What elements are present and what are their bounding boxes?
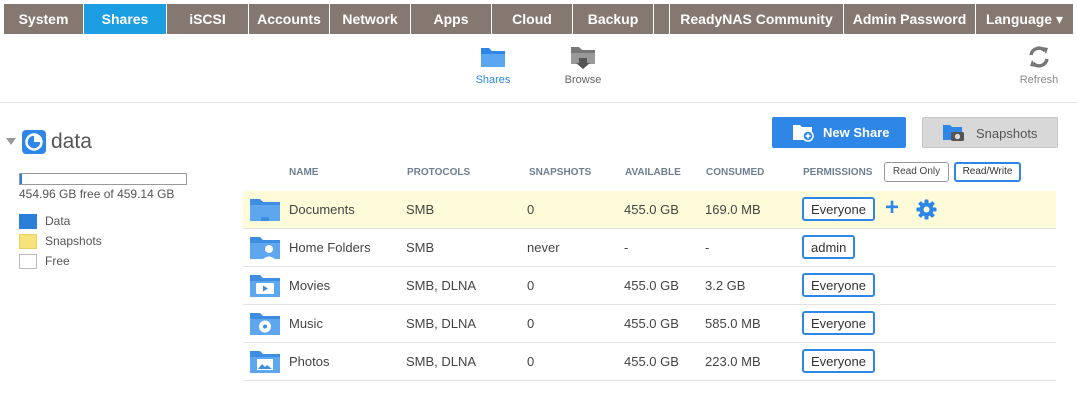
share-snapshots: 0 <box>527 278 535 293</box>
legend-label: Free <box>45 254 70 268</box>
share-protocols: SMB, DLNA <box>406 316 477 331</box>
music-folder-icon <box>250 313 280 335</box>
folder-icon <box>250 199 280 221</box>
tab-system[interactable]: System <box>4 4 83 34</box>
share-available: - <box>624 240 629 255</box>
usage-bar-fill <box>20 174 22 184</box>
usage-bar <box>19 173 187 185</box>
gear-icon[interactable] <box>916 199 937 220</box>
col-header-available[interactable]: AVAILABLE <box>625 167 681 178</box>
refresh-label: Refresh <box>1019 74 1059 86</box>
share-consumed: 169.0 MB <box>705 202 761 217</box>
share-consumed: 223.0 MB <box>705 354 761 369</box>
subnav-shares-label: Shares <box>475 74 511 86</box>
permission-badge[interactable]: Everyone <box>802 311 875 335</box>
share-available: 455.0 GB <box>624 354 679 369</box>
new-folder-icon <box>793 125 814 142</box>
share-name: Home Folders <box>289 240 371 255</box>
sub-toolbar: Shares Browse Refresh <box>0 34 1077 103</box>
subnav-shares[interactable]: Shares <box>458 44 528 86</box>
share-protocols: SMB <box>406 240 435 255</box>
share-available: 455.0 GB <box>624 202 679 217</box>
col-header-consumed[interactable]: CONSUMED <box>706 167 764 178</box>
volume-name: data <box>51 130 92 153</box>
share-consumed: 3.2 GB <box>705 278 746 293</box>
tab-network[interactable]: Network <box>330 4 410 34</box>
share-snapshots: 0 <box>527 202 535 217</box>
share-snapshots: 0 <box>527 354 535 369</box>
tab-accounts[interactable]: Accounts <box>249 4 329 34</box>
legend-swatch-snapshots <box>19 234 37 249</box>
read-write-button[interactable]: Read/Write <box>954 162 1021 182</box>
snapshot-icon <box>943 125 964 141</box>
movie-folder-icon <box>250 275 280 297</box>
table-row[interactable]: Music SMB, DLNA 0 455.0 GB 585.0 MB Ever… <box>243 305 1056 343</box>
share-consumed: 585.0 MB <box>705 316 761 331</box>
main-nav: System Shares iSCSI Accounts Network App… <box>4 4 1073 34</box>
share-snapshots: 0 <box>527 316 535 331</box>
tab-cloud[interactable]: Cloud <box>492 4 572 34</box>
share-protocols: SMB, DLNA <box>406 278 477 293</box>
collapse-caret-icon[interactable] <box>6 138 16 145</box>
tab-iscsi[interactable]: iSCSI <box>167 4 248 34</box>
tab-readynas-community[interactable]: ReadyNAS Community <box>670 4 843 34</box>
snapshots-button[interactable]: Snapshots <box>922 117 1058 148</box>
subnav-browse[interactable]: Browse <box>548 44 618 86</box>
share-consumed: - <box>705 240 710 255</box>
subnav-browse-label: Browse <box>564 74 602 86</box>
browse-folder-icon <box>571 47 595 69</box>
col-header-name[interactable]: NAME <box>289 167 318 178</box>
col-header-protocols[interactable]: PROTOCOLS <box>407 167 470 178</box>
share-available: 455.0 GB <box>624 316 679 331</box>
folder-icon <box>481 48 505 67</box>
tab-admin-password[interactable]: Admin Password <box>844 4 975 34</box>
table-row[interactable]: Photos SMB, DLNA 0 455.0 GB 223.0 MB Eve… <box>243 343 1056 381</box>
volume-pie-icon <box>22 130 46 154</box>
table-row[interactable]: Home Folders SMB never - - admin <box>243 229 1056 267</box>
table-row[interactable]: Documents SMB 0 455.0 GB 169.0 MB Everyo… <box>243 191 1056 229</box>
share-name: Movies <box>289 278 331 293</box>
share-protocols: SMB, DLNA <box>406 354 477 369</box>
photo-folder-icon <box>250 351 280 373</box>
new-share-button[interactable]: New Share <box>772 117 906 148</box>
snapshots-label: Snapshots <box>976 126 1038 141</box>
add-permission-icon[interactable]: + <box>885 196 899 220</box>
read-only-button[interactable]: Read Only <box>884 162 949 182</box>
tab-apps[interactable]: Apps <box>411 4 491 34</box>
usage-text: 454.96 GB free of 459.14 GB <box>19 187 175 201</box>
share-name: Music <box>289 316 323 331</box>
legend-swatch-data <box>19 214 37 229</box>
tab-shares[interactable]: Shares <box>84 4 166 34</box>
tab-language[interactable]: Language ▾ <box>976 4 1073 34</box>
permission-badge[interactable]: Everyone <box>802 197 875 221</box>
col-header-snapshots[interactable]: SNAPSHOTS <box>529 167 591 178</box>
refresh-icon <box>1029 46 1049 68</box>
permission-badge[interactable]: admin <box>802 235 856 259</box>
nav-divider <box>653 4 654 34</box>
new-share-label: New Share <box>823 125 890 140</box>
share-name: Documents <box>289 202 355 217</box>
share-name: Photos <box>289 354 330 369</box>
share-snapshots: never <box>527 240 560 255</box>
home-folder-icon <box>250 237 280 261</box>
share-protocols: SMB <box>406 202 435 217</box>
tab-backup[interactable]: Backup <box>573 4 653 34</box>
permission-badge[interactable]: Everyone <box>802 349 875 373</box>
legend-label: Data <box>45 214 71 228</box>
refresh-button[interactable]: Refresh <box>1004 44 1074 86</box>
legend-swatch-free <box>19 254 37 269</box>
col-header-permissions[interactable]: PERMISSIONS <box>803 167 872 178</box>
legend-label: Snapshots <box>45 234 102 248</box>
permission-badge[interactable]: Everyone <box>802 273 875 297</box>
table-row[interactable]: Movies SMB, DLNA 0 455.0 GB 3.2 GB Every… <box>243 267 1056 305</box>
share-available: 455.0 GB <box>624 278 679 293</box>
